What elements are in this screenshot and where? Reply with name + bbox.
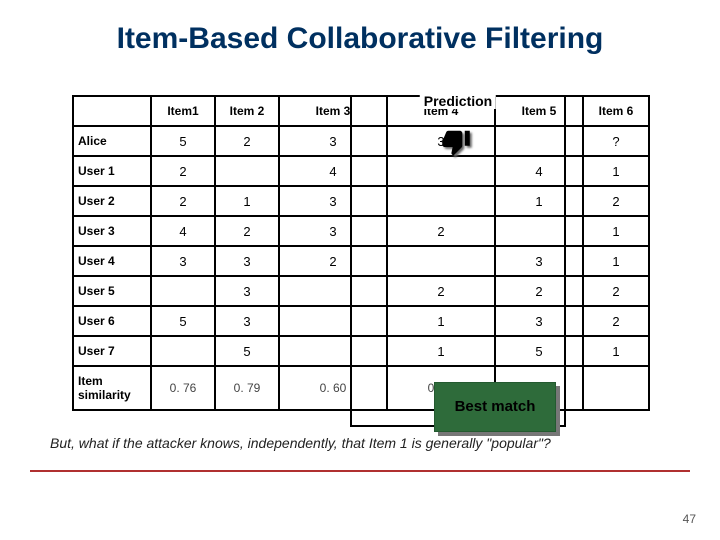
cell: 3 (215, 276, 279, 306)
table-row: User 3 4 2 3 2 1 (73, 216, 649, 246)
table-row: User 7 5 1 5 1 (73, 336, 649, 366)
cell: 3 (151, 246, 215, 276)
col-item1: Item1 (151, 96, 215, 126)
cell (387, 246, 495, 276)
table-row-similarity: Item similarity 0. 76 0. 79 0. 60 0. 71 … (73, 366, 649, 410)
cell (151, 336, 215, 366)
page-title: Item-Based Collaborative Filtering (0, 0, 720, 66)
cell: 3 (279, 186, 387, 216)
row-label: User 7 (73, 336, 151, 366)
row-label-alice: Alice (73, 126, 151, 156)
cell (495, 216, 583, 246)
table-row: User 6 5 3 1 3 2 (73, 306, 649, 336)
cell: ? (583, 126, 649, 156)
col-item2: Item 2 (215, 96, 279, 126)
cell: 1 (387, 306, 495, 336)
cell: 1 (495, 186, 583, 216)
cell: 3 (495, 246, 583, 276)
cell (387, 186, 495, 216)
cell (279, 336, 387, 366)
cell: 3 (215, 246, 279, 276)
cell: 1 (583, 216, 649, 246)
slide: Item-Based Collaborative Filtering Item1… (0, 0, 720, 540)
table-row: User 5 3 2 2 2 (73, 276, 649, 306)
table-wrap: Item1 Item 2 Item 3 Item 4 Item 5 Item 6… (72, 95, 648, 411)
cell: 5 (151, 126, 215, 156)
cell: 4 (151, 216, 215, 246)
cell: 2 (583, 276, 649, 306)
cell-sim: 0. 71 (387, 366, 495, 410)
cell: 2 (151, 186, 215, 216)
cell: 2 (495, 276, 583, 306)
cell: 3 (279, 216, 387, 246)
cell (279, 306, 387, 336)
col-item5: Item 5 (495, 96, 583, 126)
col-item3: Item 3 (279, 96, 387, 126)
cell: 1 (583, 156, 649, 186)
page-number: 47 (683, 512, 696, 526)
cell: 2 (583, 186, 649, 216)
cell: 2 (215, 216, 279, 246)
table-header-row: Item1 Item 2 Item 3 Item 4 Item 5 Item 6 (73, 96, 649, 126)
col-item6: Item 6 (583, 96, 649, 126)
row-label: User 3 (73, 216, 151, 246)
cell: 1 (583, 246, 649, 276)
cell: 3 (387, 126, 495, 156)
cell (387, 156, 495, 186)
cell: 5 (215, 336, 279, 366)
cell-sim: 0. 79 (215, 366, 279, 410)
cell: 1 (387, 336, 495, 366)
cell-sim: 0. 76 (151, 366, 215, 410)
row-label: User 5 (73, 276, 151, 306)
row-label: User 6 (73, 306, 151, 336)
cell (215, 156, 279, 186)
row-label-sim: Item similarity (73, 366, 151, 410)
table-row: User 4 3 3 2 3 1 (73, 246, 649, 276)
cell-sim: 0. 60 (279, 366, 387, 410)
cell: 3 (495, 306, 583, 336)
cell-sim (583, 366, 649, 410)
row-label: User 2 (73, 186, 151, 216)
table-row: User 2 2 1 3 1 2 (73, 186, 649, 216)
footnote: But, what if the attacker knows, indepen… (50, 435, 670, 451)
cell: 3 (279, 126, 387, 156)
cell: 4 (495, 156, 583, 186)
cell: 1 (215, 186, 279, 216)
cell: 4 (279, 156, 387, 186)
cell: 2 (387, 276, 495, 306)
cell: 5 (495, 336, 583, 366)
cell: 1 (583, 336, 649, 366)
row-label: User 1 (73, 156, 151, 186)
cell (151, 276, 215, 306)
cell: 2 (279, 246, 387, 276)
cell: 2 (151, 156, 215, 186)
col-item4: Item 4 (387, 96, 495, 126)
row-label: User 4 (73, 246, 151, 276)
table-row: User 1 2 4 4 1 (73, 156, 649, 186)
header-empty (73, 96, 151, 126)
cell: 3 (215, 306, 279, 336)
cell: 2 (583, 306, 649, 336)
divider (30, 470, 690, 472)
table-row: Alice 5 2 3 3 ? (73, 126, 649, 156)
cell: 5 (151, 306, 215, 336)
cell (495, 126, 583, 156)
cell (279, 276, 387, 306)
cell: 2 (387, 216, 495, 246)
ratings-table: Item1 Item 2 Item 3 Item 4 Item 5 Item 6… (72, 95, 650, 411)
cell-sim: 0. 75 (495, 366, 583, 410)
cell: 2 (215, 126, 279, 156)
